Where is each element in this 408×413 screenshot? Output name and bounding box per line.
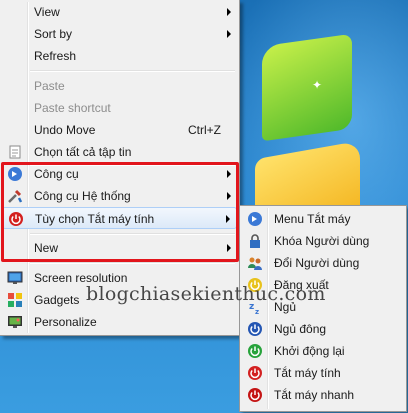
menu-separator	[30, 70, 235, 72]
submenu-item-shutdown[interactable]: Tắt máy tính	[242, 362, 404, 384]
gadgets-icon	[8, 293, 22, 307]
submenu-item-lock-user[interactable]: Khóa Người dùng	[242, 230, 404, 252]
svg-text:z: z	[255, 308, 259, 315]
menu-item-refresh[interactable]: Refresh	[2, 45, 237, 67]
submenu-item-label: Khởi động lại	[274, 344, 345, 358]
menu-item-select-all[interactable]: Chọn tất cả tập tin	[2, 141, 237, 163]
red-highlight-box	[1, 162, 239, 262]
switch-user-icon	[248, 257, 262, 270]
submenu-item-label: Menu Tắt máy	[274, 212, 351, 226]
menu-item-paste-shortcut: Paste shortcut	[2, 97, 237, 119]
submenu-item-label: Tắt máy tính	[274, 366, 341, 380]
shutdown-icon	[248, 366, 262, 380]
submenu-item-label: Tắt máy nhanh	[274, 388, 355, 402]
lock-icon	[250, 234, 260, 248]
shortcut-label: Ctrl+Z	[188, 123, 221, 137]
submenu-item-shutdown-menu[interactable]: Menu Tắt máy	[242, 208, 404, 230]
submenu-item-hibernate[interactable]: Ngủ đông	[242, 318, 404, 340]
menu-item-label: View	[34, 5, 60, 19]
menu-item-label: Paste shortcut	[34, 101, 111, 115]
submenu-item-label: Khóa Người dùng	[274, 234, 370, 248]
submenu-item-label: Ngủ đông	[274, 322, 327, 336]
submenu-item-fast-shutdown[interactable]: Tắt máy nhanh	[242, 384, 404, 406]
menu-item-label: Sort by	[34, 27, 73, 41]
menu-item-label: Undo Move	[34, 123, 96, 137]
watermark-text: blogchiasekienthuc.com	[86, 283, 326, 305]
select-files-icon	[9, 145, 21, 159]
menu-item-label: Refresh	[34, 49, 77, 63]
menu-item-label: Paste	[34, 79, 65, 93]
submenu-item-restart[interactable]: Khởi động lại	[242, 340, 404, 362]
menu-item-sort-by[interactable]: Sort by	[2, 23, 237, 45]
windows-logo-green-pane	[262, 33, 352, 142]
butterfly-icon: ✦	[312, 78, 323, 92]
menu-item-personalize[interactable]: Personalize	[2, 311, 237, 333]
shutdown-submenu: Menu Tắt máy Khóa Người dùng Đổi Người d…	[239, 205, 407, 412]
submenu-item-label: Đổi Người dùng	[274, 256, 360, 270]
submenu-arrow-icon	[227, 8, 231, 16]
menu-item-view[interactable]: View	[2, 1, 237, 23]
restart-icon	[248, 344, 262, 358]
menu-item-label: Personalize	[34, 315, 97, 329]
menu-item-paste: Paste	[2, 75, 237, 97]
submenu-item-switch-user[interactable]: Đổi Người dùng	[242, 252, 404, 274]
arrow-right-icon	[248, 212, 262, 226]
hibernate-icon	[248, 322, 262, 336]
menu-separator	[30, 262, 235, 264]
monitor-icon	[7, 271, 23, 284]
personalize-icon	[8, 316, 22, 328]
menu-item-label: Gadgets	[34, 293, 80, 307]
menu-item-undo-move[interactable]: Undo Move Ctrl+Z	[2, 119, 237, 141]
submenu-arrow-icon	[227, 30, 231, 38]
menu-item-label: Chọn tất cả tập tin	[34, 145, 132, 159]
fast-shutdown-icon	[248, 388, 262, 402]
